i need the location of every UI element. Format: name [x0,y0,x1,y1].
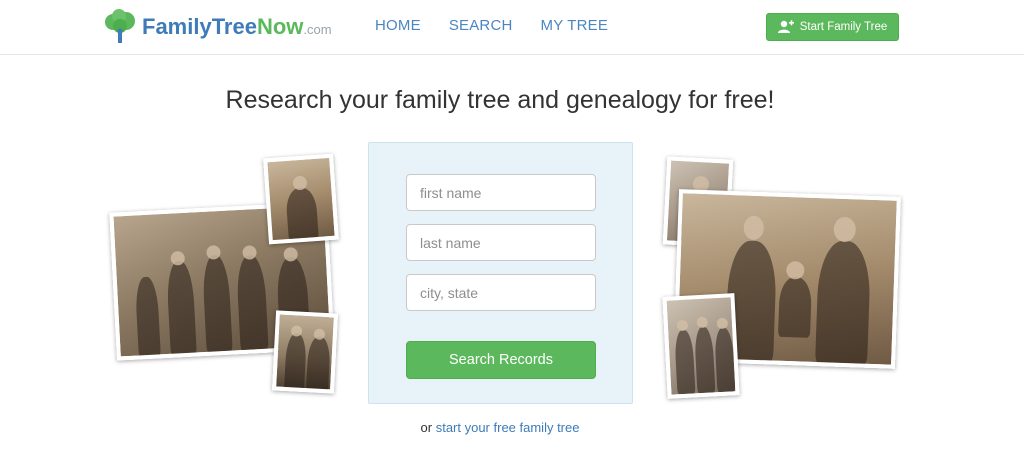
first-name-input[interactable] [406,174,596,211]
site-header: FamilyTreeNow.com HOME SEARCH MY TREE St… [0,0,1024,55]
nav-search[interactable]: SEARCH [449,17,513,34]
add-user-icon [777,20,794,34]
nav-my-tree[interactable]: MY TREE [541,17,609,34]
search-form: Search Records [368,142,633,404]
logo-now: Now [256,14,304,39]
couple-portrait-photo [271,310,339,394]
nav-home[interactable]: HOME [375,17,421,34]
site-logo[interactable]: FamilyTreeNow.com [102,9,332,45]
group-portrait-photo [662,293,740,399]
logo-family: Family [142,14,212,39]
logo-com: .com [303,22,332,37]
start-family-tree-label: Start Family Tree [799,21,888,33]
logo-wordmark: FamilyTreeNow.com [142,12,332,45]
or-text: or [420,420,433,435]
last-name-input[interactable] [406,224,596,261]
start-free-tree-link[interactable]: start your free family tree [436,420,580,435]
logo-tree: Tree [211,14,257,39]
main-nav: HOME SEARCH MY TREE [375,17,608,34]
search-records-button[interactable]: Search Records [406,341,596,379]
start-tree-prompt: or start your free family tree [0,420,1000,435]
child-chair-photo [263,153,339,245]
tree-logo-icon [102,9,138,45]
city-state-input[interactable] [406,274,596,311]
start-family-tree-button[interactable]: Start Family Tree [766,13,899,41]
page-headline: Research your family tree and genealogy … [225,86,775,114]
